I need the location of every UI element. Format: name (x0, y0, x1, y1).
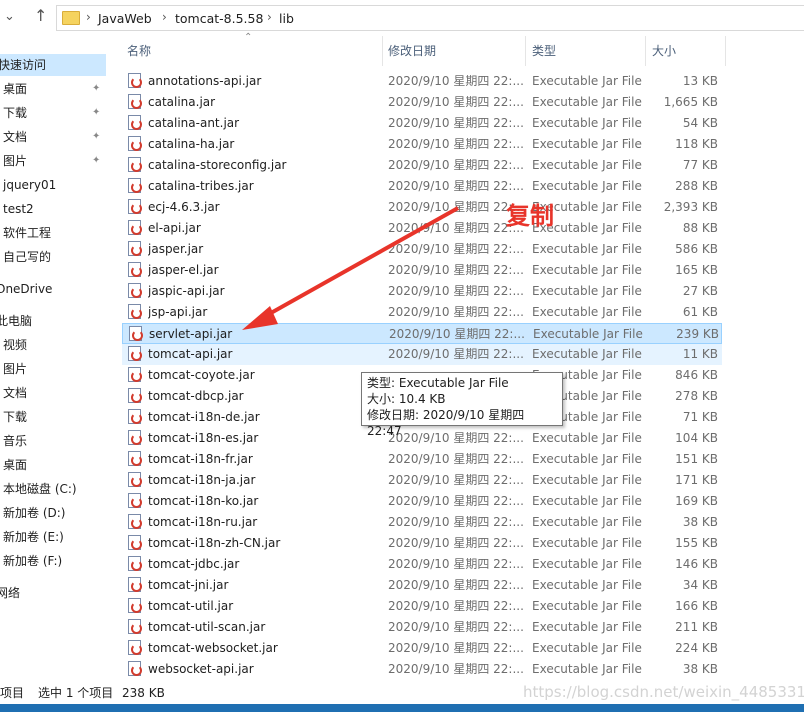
annotation-label: 复制 (506, 202, 554, 230)
watermark: https://blog.csdn.net/weixin_44853310 (523, 683, 804, 701)
annotation-arrow (242, 206, 459, 330)
tooltip-type: 类型: Executable Jar File (367, 376, 509, 390)
status-size: 238 KB (122, 686, 165, 700)
taskbar-edge (0, 704, 804, 712)
status-selection: 选中 1 个项目 (38, 686, 114, 700)
file-tooltip: 类型: Executable Jar File 大小: 10.4 KB 修改日期… (361, 372, 563, 438)
tooltip-date: 修改日期: 2020/9/10 星期四 22:47 (367, 408, 525, 438)
tooltip-size: 大小: 10.4 KB (367, 392, 446, 406)
status-item-count: 项目 (0, 686, 25, 700)
